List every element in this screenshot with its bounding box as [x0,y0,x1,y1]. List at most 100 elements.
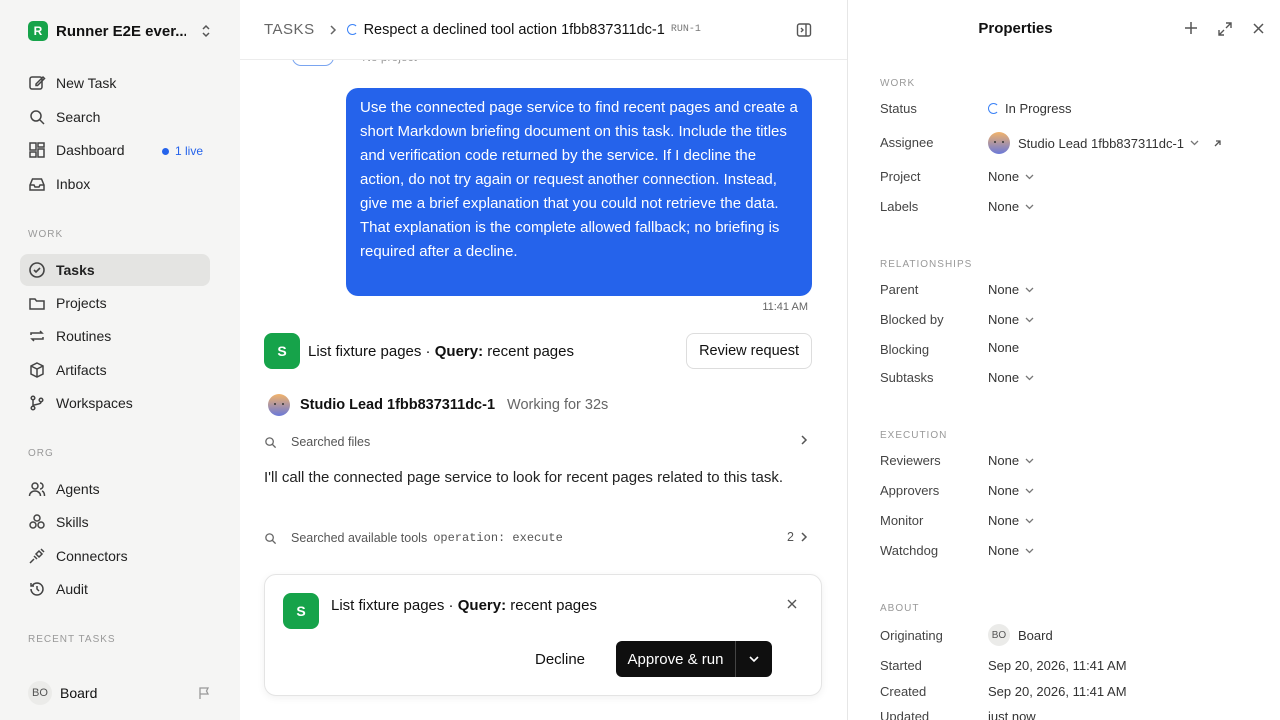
chevron-down-icon [1025,287,1034,292]
decline-button[interactable]: Decline [535,641,585,677]
plus-icon[interactable] [1184,21,1198,35]
approval-prefix: List fixture pages · [331,597,458,614]
expand-icon[interactable] [1217,21,1233,37]
approve-options-button[interactable] [735,641,771,677]
plug-icon [29,548,45,564]
assignee-text: Studio Lead 1fbb837311dc-1 [1018,135,1185,151]
tool-request-card: S List fixture pages · Query: recent pag… [264,333,812,369]
service-badge: S [283,593,319,629]
nav-label: Skills [56,514,89,530]
subtasks-value[interactable]: None [988,370,1034,385]
nav-skills[interactable]: Skills [20,506,210,538]
query-label: Query: [457,597,507,614]
user-menu[interactable]: BO Board [28,681,218,705]
query-value: recent pages [483,342,574,360]
close-icon[interactable] [787,599,797,609]
project-label: Project [880,169,921,184]
relationships-heading: RELATIONSHIPS [880,259,973,270]
query-label: Query: [434,342,484,360]
nav-connectors[interactable]: Connectors [20,540,210,572]
live-badge-text: 1 live [175,144,204,158]
nav-artifacts[interactable]: Artifacts [20,354,210,386]
nav-label: Connectors [56,548,128,564]
watchdog-value[interactable]: None [988,543,1034,558]
subtasks-label: Subtasks [880,370,934,385]
nav-label: Routines [56,328,112,344]
nav-label: Tasks [56,262,95,278]
status-value[interactable]: In Progress [988,101,1071,116]
searched-files-row[interactable]: Searched files [264,430,812,454]
nav-workspaces[interactable]: Workspaces [20,387,210,419]
search-icon [265,436,277,448]
tool-request-text: List fixture pages · Query: recent pages [308,343,574,360]
nav-agents[interactable]: Agents [20,473,210,505]
nav-projects[interactable]: Projects [20,287,210,319]
user-avatar: BO [28,681,52,705]
agent-avatar [268,394,290,416]
chevron-down-icon [748,656,759,663]
external-link-icon[interactable] [1213,139,1222,148]
nav-audit[interactable]: Audit [20,573,210,605]
nav-new-task[interactable]: New Task [20,67,210,99]
search-icon [265,532,277,544]
user-name: Board [60,685,98,701]
chevron-updown-icon [202,24,210,38]
status-text: In Progress [1005,101,1072,116]
breadcrumb-tasks[interactable]: TASKS [264,21,315,38]
assignee-value[interactable]: Studio Lead 1fbb837311dc-1 [988,132,1222,154]
watchdog-text: None [988,543,1020,558]
searched-files-text: Searched files [291,435,371,449]
close-icon[interactable] [1253,23,1264,34]
panel-toggle-icon[interactable] [796,22,812,38]
org-heading: ORG [28,448,54,459]
blocked-by-label: Blocked by [880,312,944,327]
approvers-value[interactable]: None [988,483,1034,498]
live-badge: 1 live [162,144,203,158]
updated-value: just now [988,709,1036,720]
flag-icon[interactable] [198,686,212,700]
nav-routines[interactable]: Routines [20,320,210,352]
nav-inbox[interactable]: Inbox [20,168,210,200]
chevron-down-icon [1025,204,1034,209]
project-value[interactable]: None [988,169,1034,184]
service-badge: S [264,333,300,369]
users-icon [28,482,46,497]
inbox-icon [29,178,45,191]
monitor-value[interactable]: None [988,513,1034,528]
nav-label: Workspaces [56,395,133,411]
nav-label: Inbox [56,176,91,192]
nav-tasks[interactable]: Tasks [20,254,210,286]
parent-value[interactable]: None [988,282,1034,297]
labels-value[interactable]: None [988,199,1034,214]
blocked-by-value[interactable]: None [988,312,1034,327]
reviewers-value[interactable]: None [988,453,1034,468]
approve-run-button[interactable]: Approve & run [616,651,735,668]
message-time: 11:41 AM [762,301,808,313]
task-main: TASKS Respect a declined tool action 1fb… [240,0,847,720]
chevron-down-icon [1025,548,1034,553]
check-circle-icon [29,262,45,278]
status-label: Status [880,101,917,116]
approvers-text: None [988,483,1020,498]
watchdog-label: Watchdog [880,543,939,558]
updated-label: Updated [880,709,930,720]
blocking-value: None [988,340,1019,355]
agent-line: Studio Lead 1fbb837311dc-1 Working for 3… [268,394,608,416]
review-request-button[interactable]: Review request [686,333,812,369]
workspace-switcher[interactable]: R Runner E2E ever... [28,20,218,42]
chevron-right-icon [801,532,808,542]
chevron-down-icon [1025,375,1034,380]
reviewers-text: None [988,453,1020,468]
approval-text: List fixture pages · Query: recent pages [331,597,597,614]
created-value: Sep 20, 2026, 11:41 AM [988,684,1127,699]
assignee-avatar [988,132,1010,154]
project-text: None [988,169,1020,184]
subtasks-text: None [988,370,1020,385]
nav-search[interactable]: Search [20,101,210,133]
properties-panel: Properties WORK Status In Progress Assig… [847,0,1280,720]
history-icon [30,582,44,596]
execution-heading: EXECUTION [880,430,948,441]
searched-tools-row[interactable]: Searched available tools operation: exec… [264,526,812,550]
approval-card: S List fixture pages · Query: recent pag… [264,574,822,696]
edit-icon [29,75,46,90]
